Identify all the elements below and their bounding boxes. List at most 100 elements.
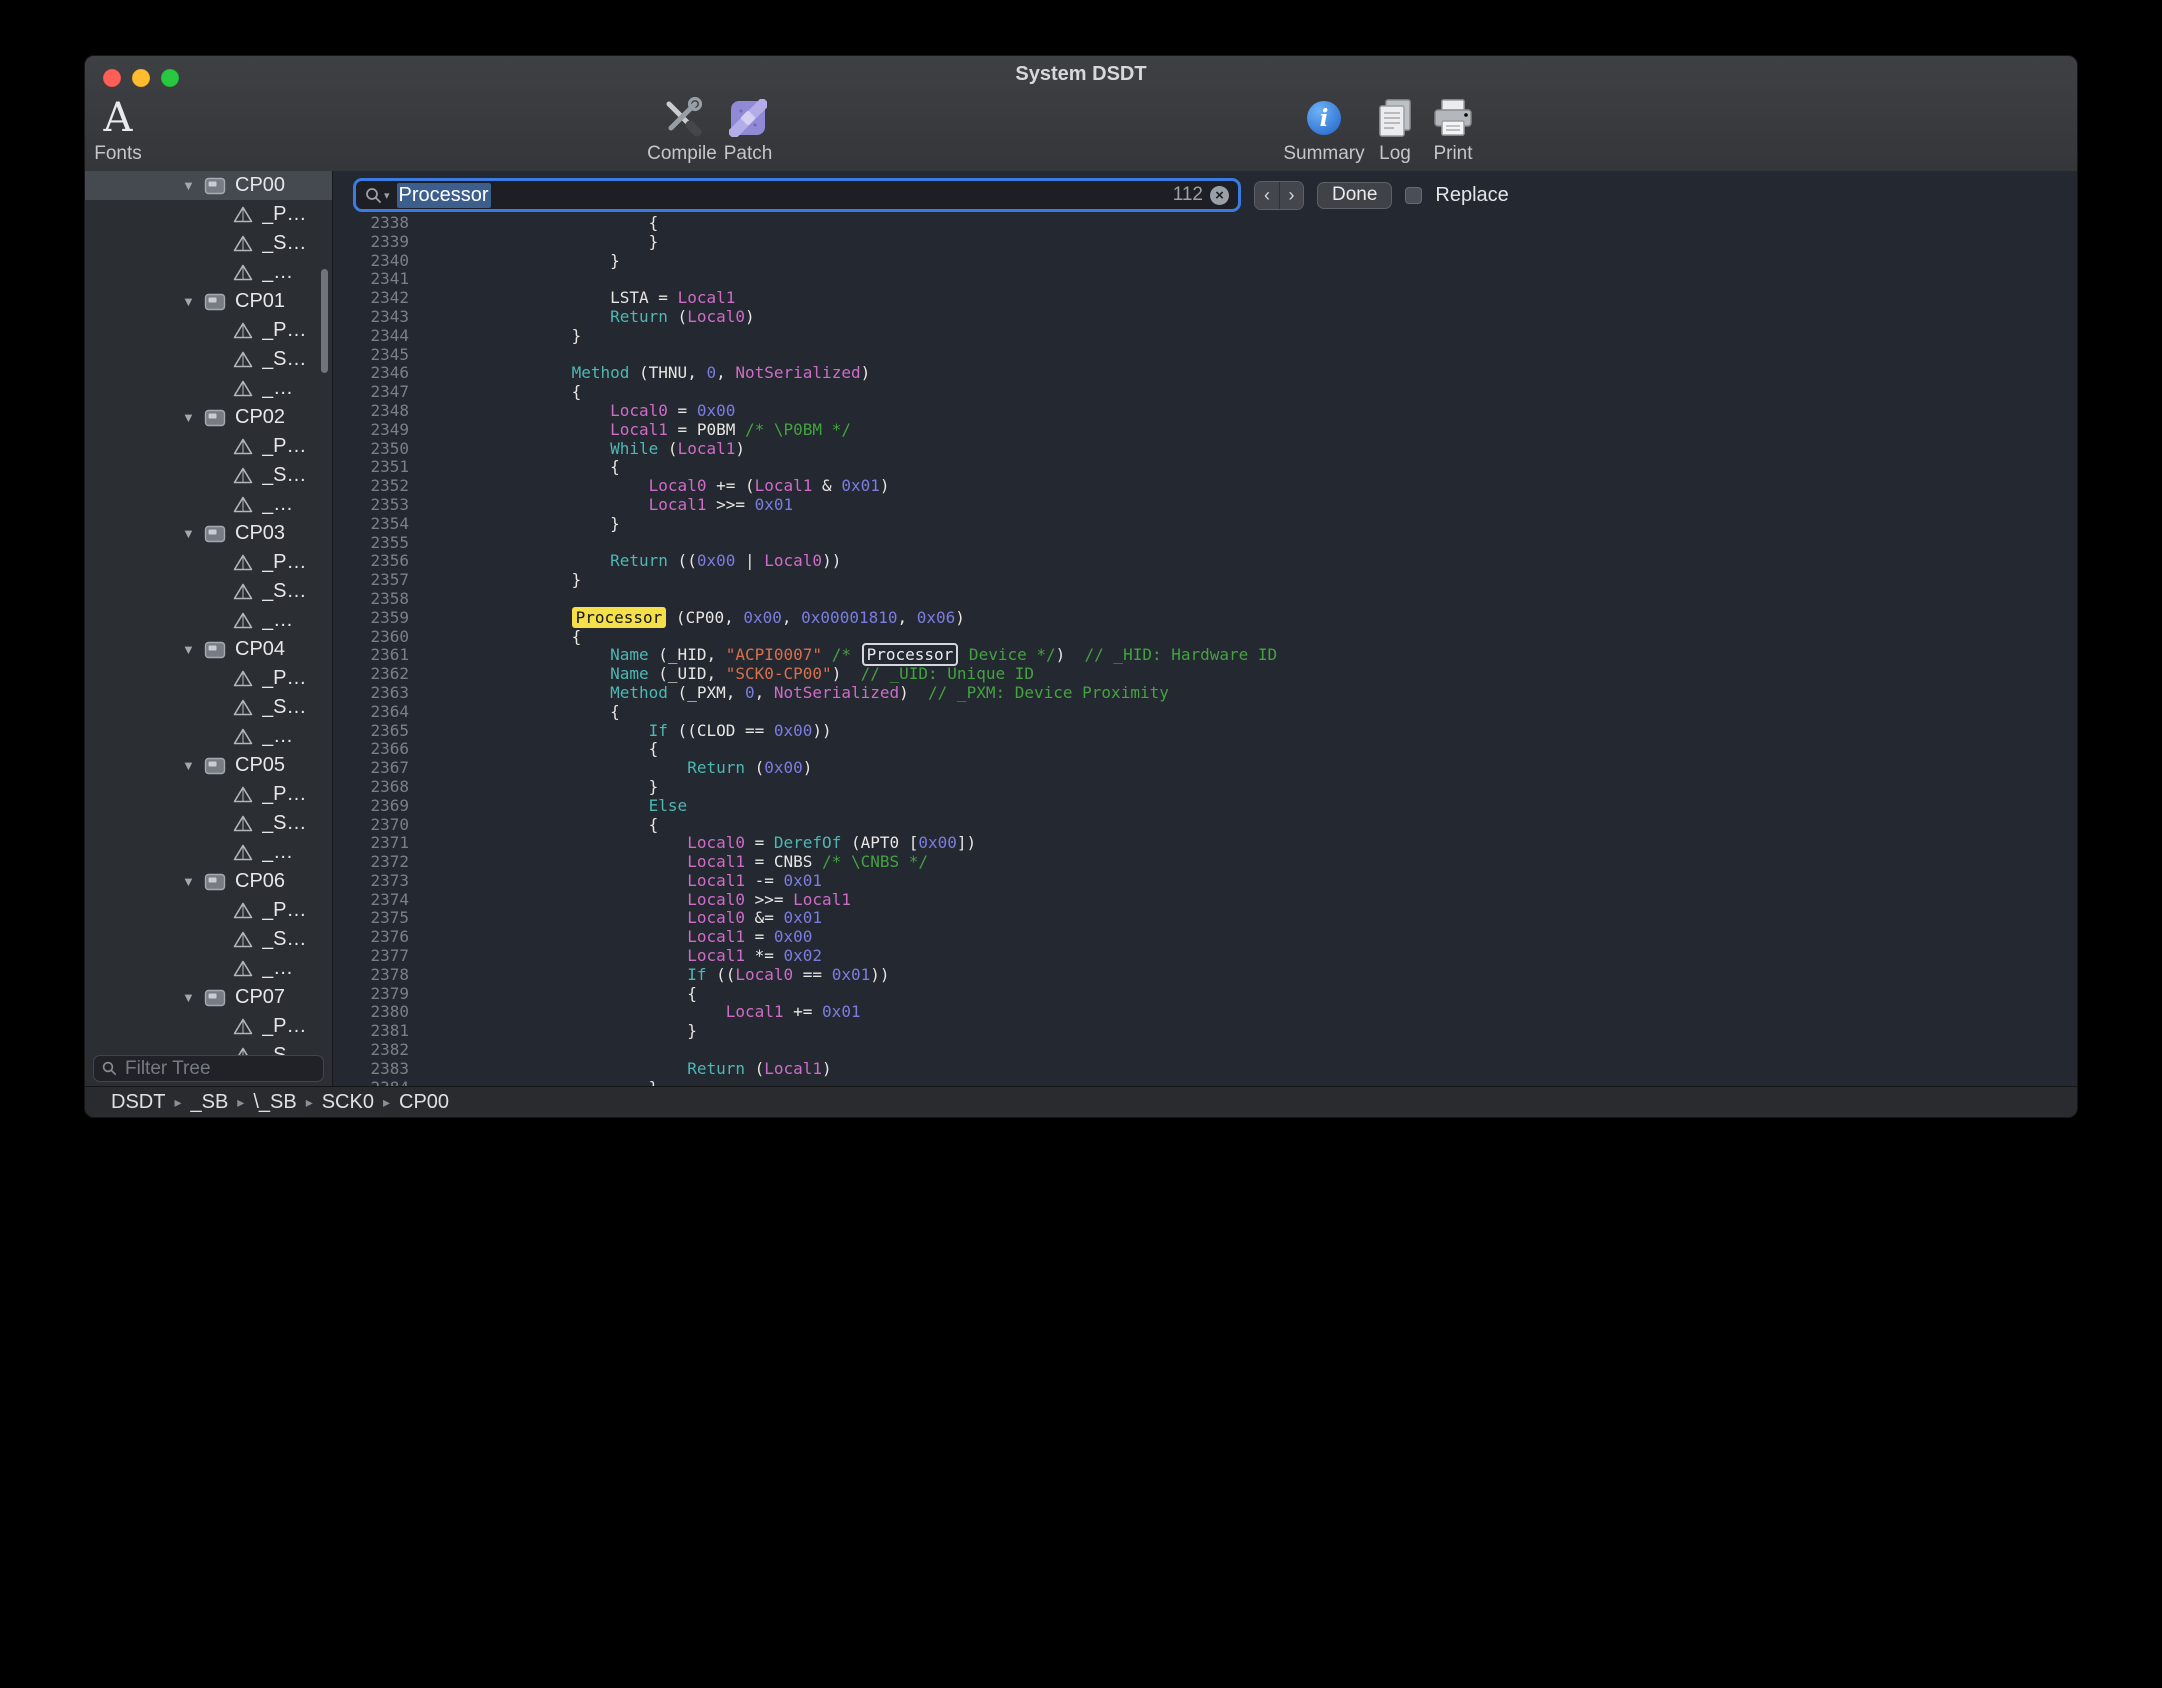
breadcrumb-item[interactable]: DSDT	[111, 1091, 165, 1114]
code-line[interactable]: 2378 If ((Local0 == 0x01))	[333, 966, 2077, 985]
code-line[interactable]: 2377 Local1 *= 0x02	[333, 947, 2077, 966]
search-text[interactable]: Processor	[397, 183, 491, 208]
find-search-field[interactable]: ▾ Processor 112 ×	[353, 178, 1241, 212]
code-line[interactable]: 2361 Name (_HID, "ACPI0007" /* Processor…	[333, 646, 2077, 665]
tree-item[interactable]: _S…	[85, 925, 332, 954]
filter-input[interactable]	[123, 1057, 315, 1081]
code-line[interactable]: 2375 Local0 &= 0x01	[333, 909, 2077, 928]
tree-item[interactable]: _P…	[85, 548, 332, 577]
tree-item-cp01[interactable]: ▼CP01	[85, 287, 332, 316]
code-line[interactable]: 2367 Return (0x00)	[333, 759, 2077, 778]
tree-item-cp02[interactable]: ▼CP02	[85, 403, 332, 432]
code-line[interactable]: 2354 }	[333, 515, 2077, 534]
code-line[interactable]: 2349 Local1 = P0BM /* \P0BM */	[333, 421, 2077, 440]
tree-item[interactable]: _S…	[85, 809, 332, 838]
disclosure-triangle-icon[interactable]: ▼	[182, 526, 204, 541]
toolbar-print-button[interactable]: Print	[1388, 93, 1518, 165]
code-line[interactable]: 2338 {	[333, 214, 2077, 233]
disclosure-triangle-icon[interactable]: ▼	[182, 294, 204, 309]
code-line[interactable]: 2348 Local0 = 0x00	[333, 402, 2077, 421]
code-line[interactable]: 2342 LSTA = Local1	[333, 289, 2077, 308]
breadcrumb-item[interactable]: \_SB	[253, 1091, 296, 1114]
code-line[interactable]: 2371 Local0 = DerefOf (APT0 [0x00])	[333, 834, 2077, 853]
code-line[interactable]: 2372 Local1 = CNBS /* \CNBS */	[333, 853, 2077, 872]
code-line[interactable]: 2347 {	[333, 383, 2077, 402]
code-line[interactable]: 2369 Else	[333, 797, 2077, 816]
code-line[interactable]: 2370 {	[333, 816, 2077, 835]
tree-item[interactable]: _S…	[85, 693, 332, 722]
code-line[interactable]: 2373 Local1 -= 0x01	[333, 872, 2077, 891]
code-line[interactable]: 2346 Method (THNU, 0, NotSerialized)	[333, 364, 2077, 383]
toolbar-fonts-button[interactable]: A Fonts	[84, 93, 183, 165]
code-line[interactable]: 2350 While (Local1)	[333, 440, 2077, 459]
code-line[interactable]: 2351 {	[333, 458, 2077, 477]
code-line[interactable]: 2381 }	[333, 1022, 2077, 1041]
code-line[interactable]: 2345	[333, 346, 2077, 365]
code-line[interactable]: 2360 {	[333, 628, 2077, 647]
tree-item[interactable]: _…	[85, 606, 332, 635]
code-line[interactable]: 2364 {	[333, 703, 2077, 722]
replace-checkbox[interactable]	[1405, 187, 1422, 204]
code-line[interactable]: 2374 Local0 >>= Local1	[333, 891, 2077, 910]
tree-item[interactable]: _S…	[85, 345, 332, 374]
code-line[interactable]: 2380 Local1 += 0x01	[333, 1003, 2077, 1022]
tree-item[interactable]: _…	[85, 722, 332, 751]
disclosure-triangle-icon[interactable]: ▼	[182, 410, 204, 425]
disclosure-triangle-icon[interactable]: ▼	[182, 642, 204, 657]
tree-item[interactable]: _P…	[85, 432, 332, 461]
disclosure-triangle-icon[interactable]: ▼	[182, 990, 204, 1005]
tree-item-cp05[interactable]: ▼CP05	[85, 751, 332, 780]
filter-field[interactable]	[93, 1055, 324, 1082]
tree-item[interactable]: _S…	[85, 461, 332, 490]
code-line[interactable]: 2343 Return (Local0)	[333, 308, 2077, 327]
code-line[interactable]: 2376 Local1 = 0x00	[333, 928, 2077, 947]
code-line[interactable]: 2359 Processor (CP00, 0x00, 0x00001810, …	[333, 609, 2077, 628]
disclosure-triangle-icon[interactable]: ▼	[182, 178, 204, 193]
code-line[interactable]: 2339 }	[333, 233, 2077, 252]
code-line[interactable]: 2358	[333, 590, 2077, 609]
tree-item-cp00[interactable]: ▼CP00	[85, 171, 332, 200]
tree-item[interactable]: _P…	[85, 780, 332, 809]
code-line[interactable]: 2366 {	[333, 740, 2077, 759]
toolbar-patch-button[interactable]: Patch	[683, 93, 813, 165]
tree-item[interactable]: _…	[85, 954, 332, 983]
sidebar-scrollbar[interactable]	[321, 269, 328, 373]
code-line[interactable]: 2341	[333, 270, 2077, 289]
code-line[interactable]: 2357 }	[333, 571, 2077, 590]
tree-item-cp07[interactable]: ▼CP07	[85, 983, 332, 1012]
tree-item[interactable]: _P…	[85, 200, 332, 229]
disclosure-triangle-icon[interactable]: ▼	[182, 758, 204, 773]
done-button[interactable]: Done	[1317, 182, 1392, 209]
tree-item[interactable]: _…	[85, 374, 332, 403]
code-line[interactable]: 2340 }	[333, 252, 2077, 271]
breadcrumb-item[interactable]: SCK0	[322, 1091, 374, 1114]
find-next-button[interactable]: ›	[1279, 182, 1303, 209]
code-line[interactable]: 2368 }	[333, 778, 2077, 797]
search-scope-menu[interactable]: ▾	[365, 187, 390, 204]
code-line[interactable]: 2355	[333, 534, 2077, 553]
breadcrumb-item[interactable]: _SB	[190, 1091, 228, 1114]
code-line[interactable]: 2365 If ((CLOD == 0x00))	[333, 722, 2077, 741]
disclosure-triangle-icon[interactable]: ▼	[182, 874, 204, 889]
code-line[interactable]: 2344 }	[333, 327, 2077, 346]
code-editor[interactable]: 2338 {2339 }2340 }23412342 LSTA = Local1…	[333, 214, 2077, 1087]
tree-item[interactable]: _…	[85, 490, 332, 519]
code-line[interactable]: 2363 Method (_PXM, 0, NotSerialized) // …	[333, 684, 2077, 703]
tree-item[interactable]: _…	[85, 258, 332, 287]
breadcrumb-item[interactable]: CP00	[399, 1091, 449, 1114]
tree-item[interactable]: _…	[85, 838, 332, 867]
tree-item[interactable]: _P…	[85, 1012, 332, 1041]
tree-item[interactable]: _S…	[85, 577, 332, 606]
tree-item[interactable]: _P…	[85, 316, 332, 345]
code-line[interactable]: 2379 {	[333, 985, 2077, 1004]
tree-item-cp06[interactable]: ▼CP06	[85, 867, 332, 896]
tree-item-cp04[interactable]: ▼CP04	[85, 635, 332, 664]
tree-item[interactable]: _S…	[85, 229, 332, 258]
code-line[interactable]: 2362 Name (_UID, "SCK0-CP00") // _UID: U…	[333, 665, 2077, 684]
tree-item[interactable]: _P…	[85, 664, 332, 693]
code-line[interactable]: 2356 Return ((0x00 | Local0))	[333, 552, 2077, 571]
tree-item-cp03[interactable]: ▼CP03	[85, 519, 332, 548]
code-line[interactable]: 2353 Local1 >>= 0x01	[333, 496, 2077, 515]
code-line[interactable]: 2382	[333, 1041, 2077, 1060]
clear-search-icon[interactable]: ×	[1210, 186, 1229, 205]
